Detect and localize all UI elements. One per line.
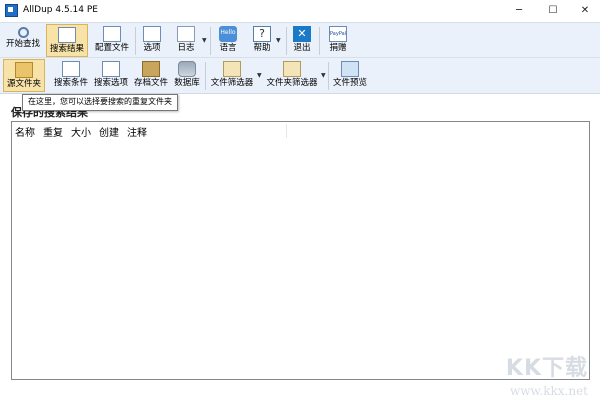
archive-label: 存档文件 — [133, 78, 168, 88]
search-options-button[interactable]: 搜索选项 — [92, 59, 130, 92]
donate-label: 捐赠 — [329, 43, 347, 53]
file-filter-dropdown-arrow-icon[interactable]: ▼ — [257, 72, 262, 79]
file-preview-icon — [341, 61, 359, 77]
column-header-duplicates[interactable]: 重复 — [43, 124, 63, 139]
watermark: KK下载 www.kkx.net — [478, 355, 588, 405]
column-header-created[interactable]: 创建 — [99, 124, 119, 139]
source-folder-icon — [15, 62, 33, 78]
column-header-comment[interactable]: 注释 — [127, 124, 147, 139]
language-icon: Hello — [219, 26, 237, 42]
search-results-label: 搜索结果 — [49, 44, 84, 54]
source-folder-label: 源文件夹 — [6, 79, 41, 89]
results-icon — [58, 27, 76, 43]
profile-button[interactable]: 配置文件 — [90, 24, 134, 57]
language-label: 语言 — [219, 43, 237, 53]
help-button[interactable]: ? 帮助 — [248, 24, 276, 57]
start-search-button[interactable]: 开始查找 — [2, 24, 44, 57]
toolbar-separator — [286, 27, 287, 55]
log-dropdown-arrow-icon[interactable]: ▼ — [202, 37, 207, 44]
folder-filter-dropdown-arrow-icon[interactable]: ▼ — [321, 72, 326, 79]
help-dropdown-arrow-icon[interactable]: ▼ — [276, 37, 281, 44]
search-results-button[interactable]: 搜索结果 — [46, 24, 88, 57]
toolbar-separator — [210, 27, 211, 55]
folder-filter-icon — [283, 61, 301, 77]
folder-filter-label: 文件夹筛选器 — [266, 78, 318, 88]
archive-button[interactable]: 存档文件 — [132, 59, 170, 92]
search-options-label: 搜索选项 — [93, 78, 128, 88]
watermark-url: www.kkx.net — [510, 384, 588, 398]
donate-button[interactable]: PayPal 捐赠 — [322, 24, 354, 57]
column-header-name[interactable]: 名称 — [15, 124, 35, 139]
options-button[interactable]: 选项 — [138, 24, 166, 57]
column-header-size[interactable]: 大小 — [71, 124, 91, 139]
close-button[interactable]: ✕ — [571, 2, 599, 20]
log-button[interactable]: 日志 — [172, 24, 200, 57]
help-label: 帮助 — [253, 43, 271, 53]
log-label: 日志 — [177, 43, 195, 53]
watermark-logo: KK下载 — [505, 356, 588, 381]
file-preview-label: 文件预览 — [332, 78, 367, 88]
options-icon — [143, 26, 161, 42]
maximize-button[interactable]: ☐ — [539, 2, 567, 20]
archive-icon — [142, 61, 160, 77]
exit-label: 退出 — [293, 43, 311, 53]
minimize-button[interactable]: ─ — [505, 2, 533, 20]
search-criteria-label: 搜索条件 — [53, 78, 88, 88]
column-divider — [286, 124, 287, 138]
database-button[interactable]: 数据库 — [172, 59, 202, 92]
main-toolbar: 开始查找 搜索结果 配置文件 选项 日志 ▼ Hello 语言 ? 帮助 ▼ ✕… — [0, 22, 600, 58]
file-filter-label: 文件筛选器 — [210, 78, 254, 88]
language-button[interactable]: Hello 语言 — [214, 24, 242, 57]
toolbar-separator — [328, 62, 329, 90]
toolbar-separator — [135, 27, 136, 55]
file-filter-button[interactable]: 文件筛选器 — [208, 59, 256, 92]
settings-toolbar: 源文件夹 搜索条件 搜索选项 存档文件 数据库 文件筛选器 ▼ 文件夹筛选器 ▼… — [0, 58, 600, 94]
exit-button[interactable]: ✕ 退出 — [289, 24, 315, 57]
search-options-icon — [102, 61, 120, 77]
toolbar-separator — [319, 27, 320, 55]
profile-icon — [103, 26, 121, 42]
folder-filter-button[interactable]: 文件夹筛选器 — [264, 59, 320, 92]
results-list[interactable]: 名称 重复 大小 创建 注释 — [11, 121, 590, 380]
profile-label: 配置文件 — [94, 43, 129, 53]
title-bar: AllDup 4.5.14 PE ─ ☐ ✕ — [0, 0, 600, 22]
magnifier-icon — [17, 27, 29, 38]
source-folder-button[interactable]: 源文件夹 — [3, 59, 45, 92]
database-icon — [178, 61, 196, 77]
exit-icon: ✕ — [293, 26, 311, 42]
search-criteria-button[interactable]: 搜索条件 — [52, 59, 90, 92]
file-preview-button[interactable]: 文件预览 — [331, 59, 369, 92]
toolbar-separator — [205, 62, 206, 90]
log-icon — [177, 26, 195, 42]
options-label: 选项 — [143, 43, 161, 53]
search-criteria-icon — [62, 61, 80, 77]
start-search-label: 开始查找 — [5, 39, 40, 49]
donate-icon: PayPal — [329, 26, 347, 42]
window-title: AllDup 4.5.14 PE — [23, 5, 98, 15]
help-icon: ? — [253, 26, 271, 42]
app-icon — [5, 4, 18, 17]
database-label: 数据库 — [174, 78, 200, 88]
file-filter-icon — [223, 61, 241, 77]
tooltip: 在这里，您可以选择要搜索的重复文件夹 — [22, 94, 178, 111]
